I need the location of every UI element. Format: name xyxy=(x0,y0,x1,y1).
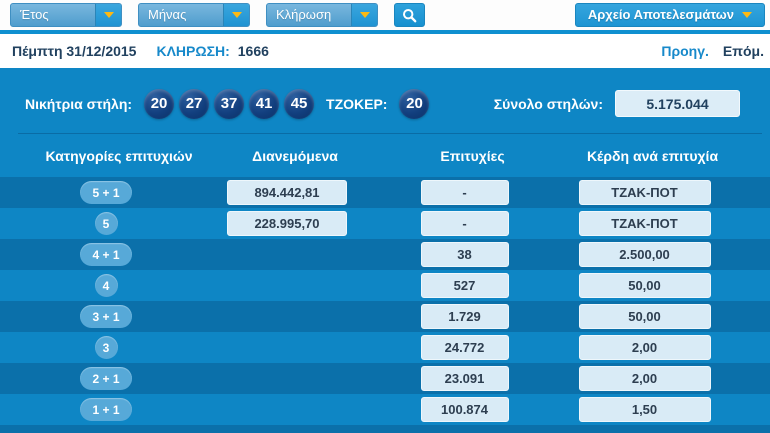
winners-value: 527 xyxy=(420,273,509,298)
draw-dropdown[interactable]: Κλήρωση xyxy=(266,3,378,27)
category-badge: 5 xyxy=(94,212,118,235)
year-dropdown[interactable]: Έτος xyxy=(10,3,122,27)
winning-number-ball: 37 xyxy=(214,88,245,119)
winning-number-ball: 20 xyxy=(144,88,175,119)
header-winners: Επιτυχίες xyxy=(440,147,505,164)
draw-number-value: 1666 xyxy=(237,43,269,59)
next-row-edge xyxy=(0,425,770,433)
joker-results-app: Έτος Μήνας Κλήρωση Αρχείο Αποτελεσμάτων … xyxy=(0,0,770,433)
winning-number-ball: 27 xyxy=(179,88,210,119)
header-prize: Κέρδη ανά επιτυχία xyxy=(586,147,719,164)
prize-value: 2,00 xyxy=(578,366,711,391)
winning-numbers-band: Νικήτρια στήλη: 20 27 37 41 45 ΤΖΟΚΕΡ: 20 Σύ… xyxy=(0,68,770,133)
winning-numbers: 20 27 37 41 45 xyxy=(144,88,315,119)
joker-label: ΤΖΟΚΕΡ: xyxy=(326,95,388,112)
prize-value: 2,00 xyxy=(578,335,711,360)
category-badge: 5 + 1 xyxy=(80,181,132,204)
winners-value: 23.091 xyxy=(420,366,509,391)
winners-value: - xyxy=(420,180,509,205)
search-button[interactable] xyxy=(394,3,425,27)
distributed-value: 228.995,70 xyxy=(227,211,347,236)
header-categories: Κατηγορίες επιτυχιών xyxy=(45,147,193,164)
winners-value: 38 xyxy=(420,242,509,267)
distributed-value: 894.442,81 xyxy=(227,180,347,205)
winning-number-ball: 41 xyxy=(249,88,280,119)
prize-value: 2.500,00 xyxy=(578,242,711,267)
table-row: 5 228.995,70 - ΤΖΑΚ-ΠΟΤ xyxy=(0,208,770,239)
month-dropdown-label: Μήνας xyxy=(148,7,187,22)
year-dropdown-label: Έτος xyxy=(20,7,49,22)
category-badge: 4 + 1 xyxy=(80,243,132,266)
category-badge: 3 xyxy=(94,336,118,359)
prize-value: ΤΖΑΚ-ΠΟΤ xyxy=(578,180,711,205)
archive-results-label: Αρχείο Αποτελεσμάτων xyxy=(587,7,734,22)
joker-number-ball: 20 xyxy=(399,88,430,119)
chevron-down-icon xyxy=(351,4,377,26)
results-table-body: 5 + 1 894.442,81 - ΤΖΑΚ-ΠΟΤ 5 228.995,70… xyxy=(0,177,770,425)
chevron-down-icon xyxy=(95,4,121,26)
table-row: 1 + 1 100.874 1,50 xyxy=(0,394,770,425)
category-badge: 1 + 1 xyxy=(80,398,132,421)
chevron-down-icon xyxy=(223,4,249,26)
category-badge: 2 + 1 xyxy=(80,367,132,390)
table-row: 4 + 1 38 2.500,00 xyxy=(0,239,770,270)
table-row: 3 + 1 1.729 50,00 xyxy=(0,301,770,332)
results-table-header: Κατηγορίες επιτυχιών Διανεμόμενα Επιτυχί… xyxy=(18,133,762,177)
winning-column-label: Νικήτρια στήλη: xyxy=(25,95,133,112)
category-badge: 3 + 1 xyxy=(80,305,132,328)
prize-value: 1,50 xyxy=(578,397,711,422)
chevron-down-icon xyxy=(742,12,752,18)
magnifier-icon xyxy=(403,8,417,22)
winners-value: - xyxy=(420,211,509,236)
month-dropdown[interactable]: Μήνας xyxy=(138,3,250,27)
table-row: 2 + 1 23.091 2,00 xyxy=(0,363,770,394)
prize-value: 50,00 xyxy=(578,273,711,298)
toolbar: Έτος Μήνας Κλήρωση Αρχείο Αποτελεσμάτων xyxy=(0,0,770,30)
table-row: 4 527 50,00 xyxy=(0,270,770,301)
prize-value: 50,00 xyxy=(578,304,711,329)
winners-value: 100.874 xyxy=(420,397,509,422)
prize-value: ΤΖΑΚ-ΠΟΤ xyxy=(578,211,711,236)
archive-results-button[interactable]: Αρχείο Αποτελεσμάτων xyxy=(574,3,765,27)
table-row: 3 24.772 2,00 xyxy=(0,332,770,363)
winners-value: 24.772 xyxy=(420,335,509,360)
draw-info-bar: Πέμπτη 31/12/2015 ΚΛΗΡΩΣΗ: 1666 Προηγ. Ε… xyxy=(0,34,770,68)
header-distributed: Διανεμόμενα xyxy=(252,147,338,164)
draw-date: Πέμπτη 31/12/2015 xyxy=(12,43,137,59)
category-badge: 4 xyxy=(94,274,118,297)
table-row: 5 + 1 894.442,81 - ΤΖΑΚ-ΠΟΤ xyxy=(0,177,770,208)
previous-draw-link[interactable]: Προηγ. xyxy=(661,43,709,59)
next-draw-link[interactable]: Επόμ. xyxy=(723,43,764,59)
winners-value: 1.729 xyxy=(420,304,509,329)
draw-dropdown-label: Κλήρωση xyxy=(276,7,332,22)
columns-total-value: 5.175.044 xyxy=(615,90,740,117)
winning-number-ball: 45 xyxy=(284,88,315,119)
columns-total-label: Σύνολο στηλών: xyxy=(493,95,603,112)
draw-number-label: ΚΛΗΡΩΣΗ: xyxy=(156,43,230,59)
